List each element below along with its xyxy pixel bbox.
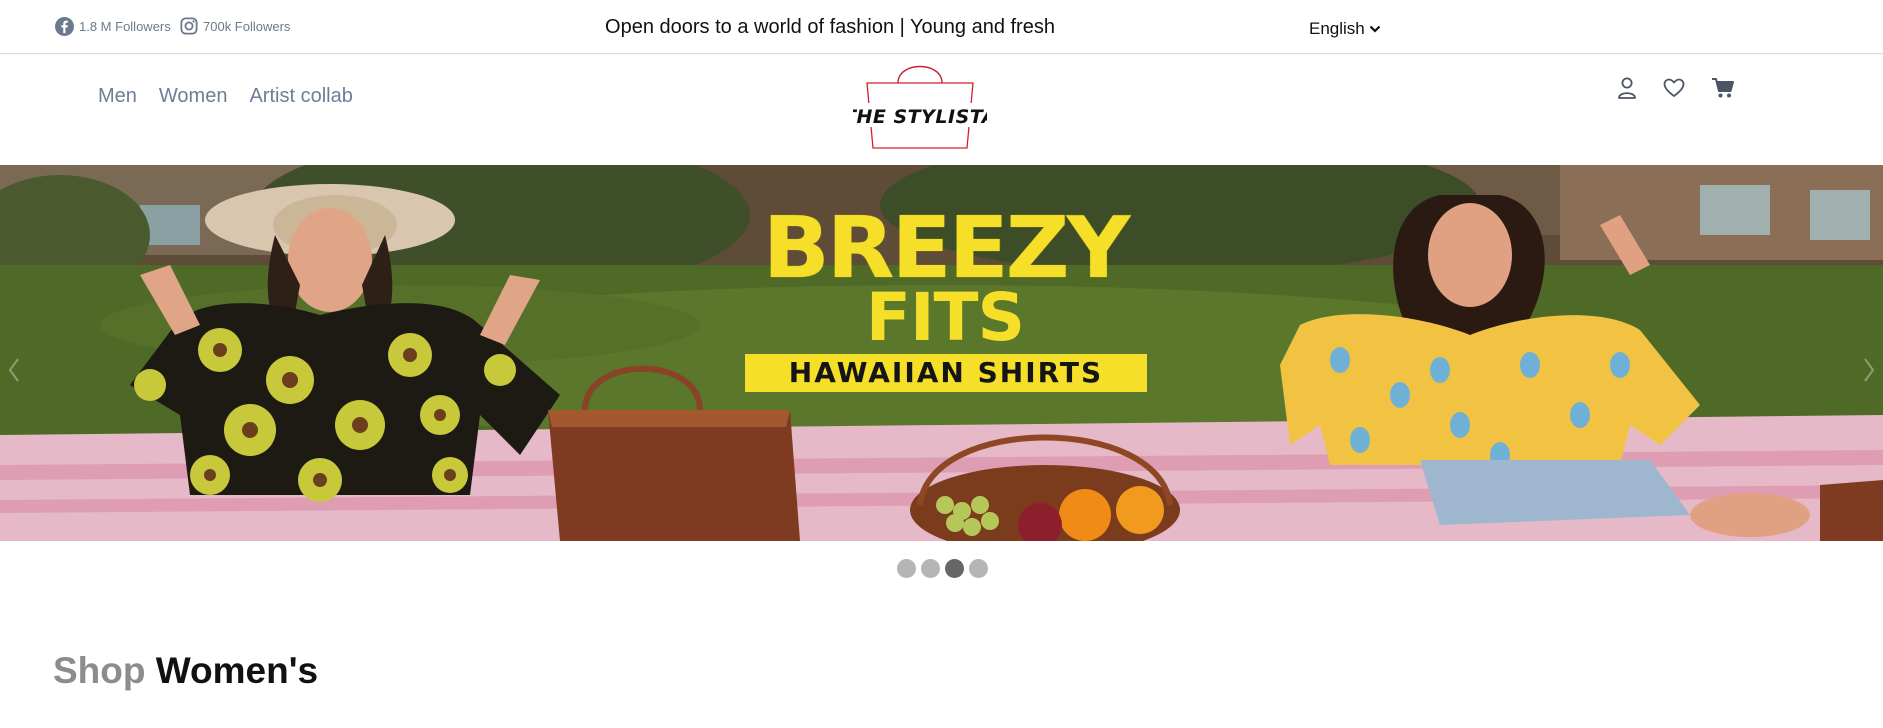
user-icon[interactable] xyxy=(1617,77,1637,104)
account-icons xyxy=(1617,77,1735,104)
announcement-bar: 1.8 M Followers 700k Followers Open door… xyxy=(0,0,1883,54)
carousel-indicators xyxy=(897,559,988,578)
carousel-dot-4[interactable] xyxy=(969,559,988,578)
chevron-down-icon xyxy=(1369,19,1381,39)
hero-tagline: HAWAIIAN SHIRTS xyxy=(745,354,1147,392)
category-links: Men Women Artist collab xyxy=(98,85,353,108)
carousel-next-button[interactable] xyxy=(1861,355,1877,385)
heart-icon[interactable] xyxy=(1663,78,1685,103)
hero-banner[interactable]: BREEZY FITS HAWAIIAN SHIRTS xyxy=(0,165,1883,541)
announcement-text: Open doors to a world of fashion | Young… xyxy=(605,16,1055,38)
section-heading-prefix: Shop xyxy=(53,650,146,691)
main-navigation: Men Women Artist collab THE STYLISTA xyxy=(0,55,1883,165)
nav-link-artist-collab[interactable]: Artist collab xyxy=(249,85,352,108)
nav-link-men[interactable]: Men xyxy=(98,85,137,108)
hero-headline-line2: FITS xyxy=(865,279,1025,356)
section-heading: Shop Women's xyxy=(53,650,318,692)
hero-headline-line1: BREEZY xyxy=(762,198,1131,297)
nav-link-women[interactable]: Women xyxy=(159,85,228,108)
carousel-dot-1[interactable] xyxy=(897,559,916,578)
carousel-prev-button[interactable] xyxy=(6,355,22,385)
carousel-dot-2[interactable] xyxy=(921,559,940,578)
site-logo[interactable]: THE STYLISTA xyxy=(843,63,996,150)
section-heading-main: Women's xyxy=(155,650,319,691)
language-label: English xyxy=(1309,19,1365,38)
logo-text: THE STYLISTA xyxy=(853,106,987,128)
carousel-dot-3[interactable] xyxy=(945,559,964,578)
cart-icon[interactable] xyxy=(1711,77,1735,104)
language-selector[interactable]: English xyxy=(1309,19,1381,39)
